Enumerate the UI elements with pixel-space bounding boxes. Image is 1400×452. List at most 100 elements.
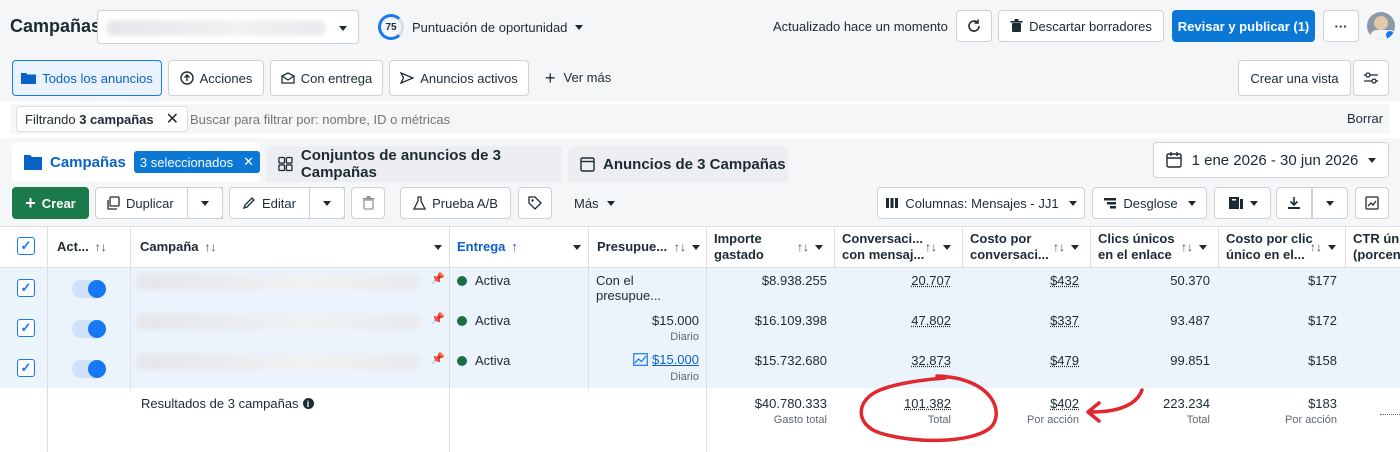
close-icon[interactable]: ✕ [166, 109, 179, 129]
chevron-down-icon[interactable] [1071, 244, 1079, 250]
chevron-down-icon[interactable] [434, 244, 442, 250]
discard-label: Descartar borradores [1029, 18, 1152, 34]
campaign-toggle[interactable] [72, 360, 106, 378]
selected-badge[interactable]: 3 seleccionados ✕ [133, 151, 260, 173]
column-controls-cpc[interactable]: ↑↓ [1310, 240, 1336, 254]
search-input[interactable] [190, 108, 1090, 130]
column-controls-conversations[interactable]: ↑↓ [925, 240, 951, 254]
sort-icon[interactable]: ↑↓ [674, 239, 686, 255]
tab-campaigns[interactable]: Campañas 3 seleccionados ✕ [12, 142, 260, 182]
create-button[interactable]: + Crear [12, 187, 89, 219]
column-header-ctr[interactable]: CTR úni (porcen [1353, 226, 1400, 268]
filter-chip[interactable]: Filtrando 3 campañas ✕ [16, 106, 189, 132]
edit-dropdown[interactable] [309, 187, 345, 219]
budget-value[interactable]: Con el presupue... [596, 273, 699, 303]
cost-value[interactable]: $479 [970, 353, 1079, 368]
sort-icon[interactable]: ↑↓ [95, 239, 107, 255]
breakdown-button[interactable]: Desglose [1092, 187, 1207, 219]
create-view-button[interactable]: Crear una vista [1238, 60, 1351, 96]
see-more-button[interactable]: + Ver más [545, 69, 611, 87]
blurred-campaign-name[interactable] [136, 314, 421, 330]
chevron-down-icon[interactable] [815, 244, 823, 250]
date-range-picker[interactable]: 1 ene 2026 - 30 jun 2026 [1153, 142, 1389, 178]
cost-value[interactable]: $432 [970, 273, 1079, 288]
account-selector[interactable] [97, 10, 359, 44]
column-header-cost[interactable]: Costo por conversaci... [970, 226, 1049, 268]
reports-button[interactable] [1214, 187, 1271, 219]
pill-active-ads[interactable]: Anuncios activos [389, 60, 529, 96]
column-header-delivery[interactable]: Entrega ↑ [457, 226, 581, 268]
column-header-budget[interactable]: Presupue... ↑↓ [597, 226, 700, 268]
chart-icon [1365, 196, 1379, 210]
tag-button[interactable] [518, 187, 552, 219]
select-all-checkbox[interactable]: ✓ [17, 237, 35, 255]
duplicate-dropdown[interactable] [187, 187, 223, 219]
budget-value-link[interactable]: $15.000 [633, 352, 699, 367]
export-dropdown[interactable] [1312, 187, 1348, 219]
row-checkbox[interactable]: ✓ [17, 279, 35, 297]
tab-adsets[interactable]: Conjuntos de anuncios de 3 Campañas [266, 146, 562, 182]
refresh-button[interactable] [956, 10, 992, 42]
sort-icon[interactable]: ↑↓ [925, 240, 937, 254]
row-checkbox[interactable]: ✓ [17, 359, 35, 377]
tab-ads[interactable]: Anuncios de 3 Campañas [568, 146, 788, 182]
opportunity-score[interactable]: 75 Puntuación de oportunidad [378, 14, 584, 40]
chevron-down-icon[interactable] [1328, 244, 1336, 250]
pin-icon[interactable]: 📌 [431, 272, 445, 285]
pill-actions[interactable]: Acciones [168, 60, 264, 96]
conversations-value[interactable]: 32.873 [842, 353, 951, 368]
sort-icon[interactable]: ↑↓ [1053, 240, 1065, 254]
column-divider [834, 226, 835, 268]
column-header-spent[interactable]: Importe gastado [714, 226, 764, 268]
discard-drafts-button[interactable]: Descartar borradores [998, 10, 1164, 42]
pill-with-delivery[interactable]: Con entrega [270, 60, 383, 96]
pin-icon[interactable]: 📌 [431, 352, 445, 365]
delete-button[interactable] [351, 187, 385, 219]
clear-filters-link[interactable]: Borrar [1347, 111, 1383, 126]
column-controls-spent[interactable]: ↑↓ [797, 240, 823, 254]
blurred-campaign-name[interactable] [136, 354, 421, 370]
cost-value[interactable]: $337 [970, 313, 1079, 328]
sort-ascending-icon[interactable]: ↑ [511, 239, 518, 255]
ab-test-button[interactable]: Prueba A/B [400, 187, 511, 219]
avatar[interactable] [1367, 12, 1395, 40]
column-header-campaign[interactable]: Campaña ↑↓ [140, 226, 442, 268]
row-checkbox[interactable]: ✓ [17, 319, 35, 337]
settings-button[interactable] [1353, 60, 1389, 96]
sort-icon[interactable]: ↑↓ [1181, 240, 1193, 254]
budget-value[interactable]: $15.000 [652, 352, 699, 367]
sort-icon[interactable]: ↑↓ [797, 240, 809, 254]
column-header-activation[interactable]: Act... ↑↓ [57, 226, 107, 268]
conversations-value[interactable]: 20.707 [842, 273, 951, 288]
pill-all-ads[interactable]: Todos los anuncios [12, 60, 162, 96]
review-publish-button[interactable]: Revisar y publicar (1) [1172, 10, 1315, 42]
columns-button[interactable]: Columnas: Mensajes - JJ1 [877, 187, 1085, 219]
column-controls-cost[interactable]: ↑↓ [1053, 240, 1079, 254]
pin-icon[interactable]: 📌 [431, 312, 445, 325]
close-icon[interactable]: ✕ [243, 154, 254, 170]
export-button[interactable] [1276, 187, 1312, 219]
campaign-toggle[interactable] [72, 320, 106, 338]
campaign-toggle[interactable] [72, 280, 106, 298]
chevron-down-icon[interactable] [573, 244, 581, 250]
column-header-conversations[interactable]: Conversaci... con mensaj... [842, 226, 924, 268]
charts-button[interactable] [1355, 187, 1389, 219]
chevron-down-icon[interactable] [692, 244, 700, 250]
chevron-down-icon[interactable] [1199, 244, 1207, 250]
conversations-value[interactable]: 47.802 [842, 313, 951, 328]
sort-icon[interactable]: ↑↓ [1310, 240, 1322, 254]
column-divider [47, 226, 48, 452]
column-header-clicks[interactable]: Clics únicos en el enlace [1098, 226, 1175, 268]
sliders-icon [1364, 72, 1378, 84]
chevron-down-icon[interactable] [943, 244, 951, 250]
column-header-cpc[interactable]: Costo por clic único en el... [1226, 226, 1313, 268]
info-icon[interactable]: i [302, 398, 314, 409]
sort-icon[interactable]: ↑↓ [205, 239, 217, 255]
budget-value[interactable]: $15.000 [596, 313, 699, 328]
summary-cost[interactable]: $402 [970, 396, 1079, 411]
more-options-button[interactable]: ··· [1323, 10, 1359, 42]
more-actions-button[interactable]: Más [574, 196, 615, 211]
blurred-campaign-name[interactable] [136, 274, 421, 290]
column-controls-clicks[interactable]: ↑↓ [1181, 240, 1207, 254]
summary-conversations[interactable]: 101.382 [842, 396, 951, 411]
